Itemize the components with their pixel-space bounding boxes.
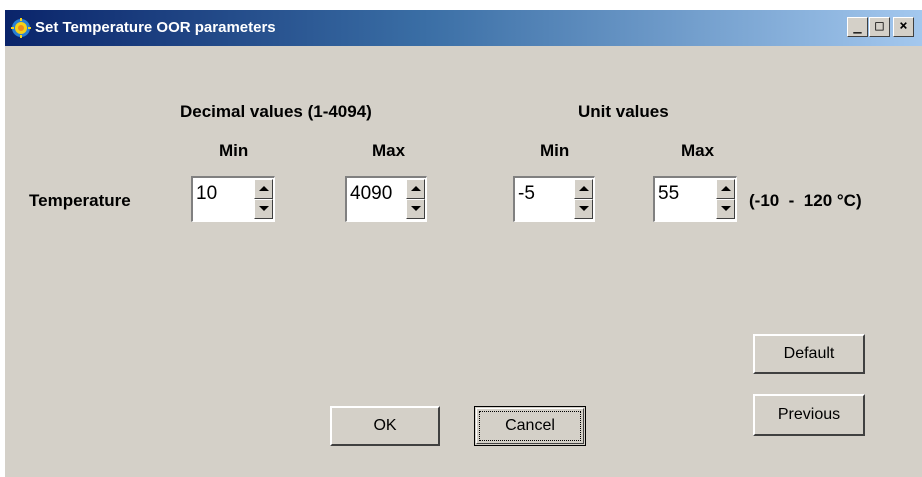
previous-button-label: Previous <box>777 406 841 423</box>
cancel-button[interactable]: Cancel <box>474 406 586 446</box>
unit-max-value[interactable]: 55 <box>658 183 679 205</box>
spin-down-button[interactable] <box>716 199 735 219</box>
arrow-up-icon <box>411 186 421 191</box>
decimal-min-spinbox[interactable]: 10 <box>191 176 275 222</box>
arrow-down-icon <box>411 206 421 211</box>
window-title: Set Temperature OOR parameters <box>35 19 276 36</box>
temperature-label: Temperature <box>29 191 131 210</box>
spin-up-button[interactable] <box>254 179 273 199</box>
decimal-max-spinbox[interactable]: 4090 <box>345 176 427 222</box>
minimize-icon: _ <box>853 18 862 34</box>
decimal-values-heading: Decimal values (1-4094) <box>180 102 372 121</box>
decimal-min-spinner[interactable] <box>254 179 273 219</box>
maximize-button[interactable]: □ <box>869 17 890 37</box>
unit-max-spinner[interactable] <box>716 179 735 219</box>
maximize-icon: □ <box>875 18 884 34</box>
range-note: (-10 - 120 °C) <box>749 191 862 210</box>
sun-gear-icon <box>11 18 31 38</box>
arrow-up-icon <box>579 186 589 191</box>
unit-min-header: Min <box>540 141 570 160</box>
unit-min-spinbox[interactable]: -5 <box>513 176 595 222</box>
arrow-down-icon <box>721 206 731 211</box>
arrow-down-icon <box>579 206 589 211</box>
spin-up-button[interactable] <box>716 179 735 199</box>
arrow-up-icon <box>259 186 269 191</box>
unit-max-spinbox[interactable]: 55 <box>653 176 737 222</box>
unit-min-spinner[interactable] <box>574 179 593 219</box>
decimal-max-header: Max <box>372 141 406 160</box>
unit-min-value[interactable]: -5 <box>518 183 535 205</box>
default-button-label: Default <box>783 345 835 362</box>
default-button[interactable]: Default <box>753 334 865 374</box>
arrow-down-icon <box>259 206 269 211</box>
decimal-min-header: Min <box>219 141 249 160</box>
spin-down-button[interactable] <box>254 199 273 219</box>
spin-up-button[interactable] <box>574 179 593 199</box>
close-icon: × <box>899 18 908 34</box>
spin-up-button[interactable] <box>406 179 425 199</box>
decimal-max-value[interactable]: 4090 <box>350 183 392 205</box>
previous-button[interactable]: Previous <box>753 394 865 436</box>
ok-button[interactable]: OK <box>330 406 440 446</box>
spin-down-button[interactable] <box>406 199 425 219</box>
spin-down-button[interactable] <box>574 199 593 219</box>
arrow-up-icon <box>721 186 731 191</box>
cancel-button-label: Cancel <box>505 417 555 434</box>
decimal-min-value[interactable]: 10 <box>196 183 217 205</box>
unit-max-header: Max <box>681 141 715 160</box>
decimal-max-spinner[interactable] <box>406 179 425 219</box>
dialog-window: Set Temperature OOR parameters _ □ × Dec… <box>4 10 922 477</box>
close-button[interactable]: × <box>893 17 914 37</box>
minimize-button[interactable]: _ <box>847 17 868 37</box>
ok-button-label: OK <box>373 417 397 434</box>
unit-values-heading: Unit values <box>578 102 669 121</box>
title-bar[interactable]: Set Temperature OOR parameters _ □ × <box>5 10 922 46</box>
